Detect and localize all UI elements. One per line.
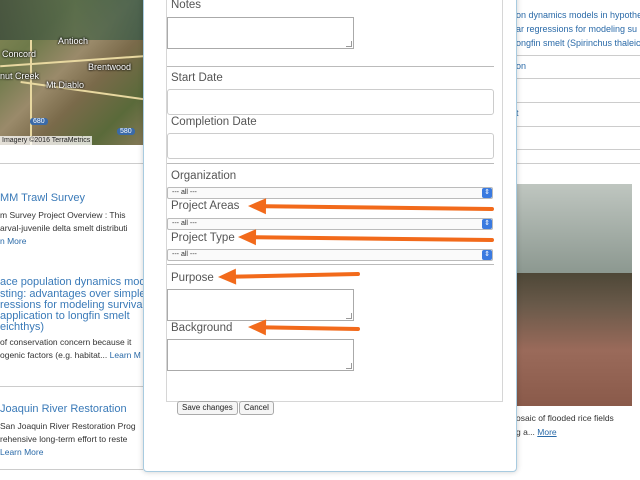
highway-shield-680: 680 [30,118,48,125]
highway-shield-580: 580 [117,128,135,135]
project-title-link[interactable]: ongfin smelt (Spirinchus thaleic [516,38,640,48]
map-label-concord: Concord [2,49,37,59]
start-date-label: Start Date [171,72,223,84]
form-panel: Notes Start Date Completion Date Organiz… [166,0,503,402]
project-snippet: m Survey Project Overview : This [0,210,126,220]
divider [515,149,640,150]
project-areas-label: Project Areas [171,200,240,212]
purpose-textarea[interactable] [167,289,354,321]
project-title-link[interactable]: eichthys) [0,321,44,333]
learn-more-link[interactable]: n More [0,236,26,246]
completion-date-input[interactable] [167,133,494,159]
learn-more-link[interactable]: Learn More [0,447,43,457]
project-title-link[interactable]: MM Trawl Survey [0,192,85,204]
project-title-link[interactable]: ar regressions for modeling su [516,24,637,34]
learn-more-link[interactable]: Learn M [110,350,141,360]
divider [515,78,640,79]
edit-project-modal: Notes Start Date Completion Date Organiz… [143,0,517,472]
completion-date-label: Completion Date [171,116,257,128]
divider [0,469,143,470]
project-title-link[interactable]: on dynamics models in hypothe [516,10,640,20]
project-areas-select[interactable]: --- all --- ⇕ [167,218,493,230]
organization-select[interactable]: --- all --- ⇕ [167,187,493,199]
project-title-link[interactable]: Joaquin River Restoration [0,403,127,415]
map-label-mt-diablo: Mt Diablo [46,80,85,90]
notes-label: Notes [171,0,202,11]
cancel-button[interactable]: Cancel [239,401,274,415]
select-arrows-icon: ⇕ [482,188,492,198]
organization-label: Organization [171,170,237,182]
purpose-label: Purpose [171,272,214,284]
more-link[interactable]: More [537,427,556,437]
section-divider [167,66,494,67]
section-divider [167,264,494,265]
section-divider [167,163,494,164]
divider [0,386,143,387]
save-changes-button[interactable]: Save changes [177,401,238,415]
select-arrows-icon: ⇕ [482,219,492,229]
map-copyright: Imagery ©2016 TerraMetrics [0,136,93,145]
project-snippet: rehensive long-term effort to reste [0,434,128,444]
project-type-select[interactable]: --- all --- ⇕ [167,249,493,261]
project-photo[interactable] [514,184,632,406]
map-label-antioch: Antioch [58,36,89,46]
photo-caption: g a... More [516,427,557,437]
divider [515,55,640,56]
notes-textarea[interactable] [167,17,354,49]
project-type-label: Project Type [171,232,235,244]
project-link[interactable]: on [516,61,526,71]
background-label: Background [171,322,233,334]
divider [0,163,143,164]
map-water [0,0,150,40]
divider [515,163,640,164]
background-textarea[interactable] [167,339,354,371]
project-title-link[interactable]: ace population dynamics mode [0,276,152,288]
start-date-input[interactable] [167,89,494,115]
project-snippet: of conservation concern because it [0,337,132,347]
map-view[interactable]: Antioch Concord Brentwood nut Creek Mt D… [0,0,150,145]
photo-caption: osaic of flooded rice fields [516,413,614,423]
map-label-brentwood: Brentwood [88,62,132,72]
map-road [20,80,150,102]
project-snippet: arval-juvenile delta smelt distributi [0,223,128,233]
project-snippet: ogenic factors (e.g. habitat... Learn M [0,350,141,360]
select-arrows-icon: ⇕ [482,250,492,260]
divider [515,126,640,127]
map-label-walnut-creek: nut Creek [0,71,40,81]
project-snippet: San Joaquin River Restoration Prog [0,421,136,431]
divider [515,102,640,103]
